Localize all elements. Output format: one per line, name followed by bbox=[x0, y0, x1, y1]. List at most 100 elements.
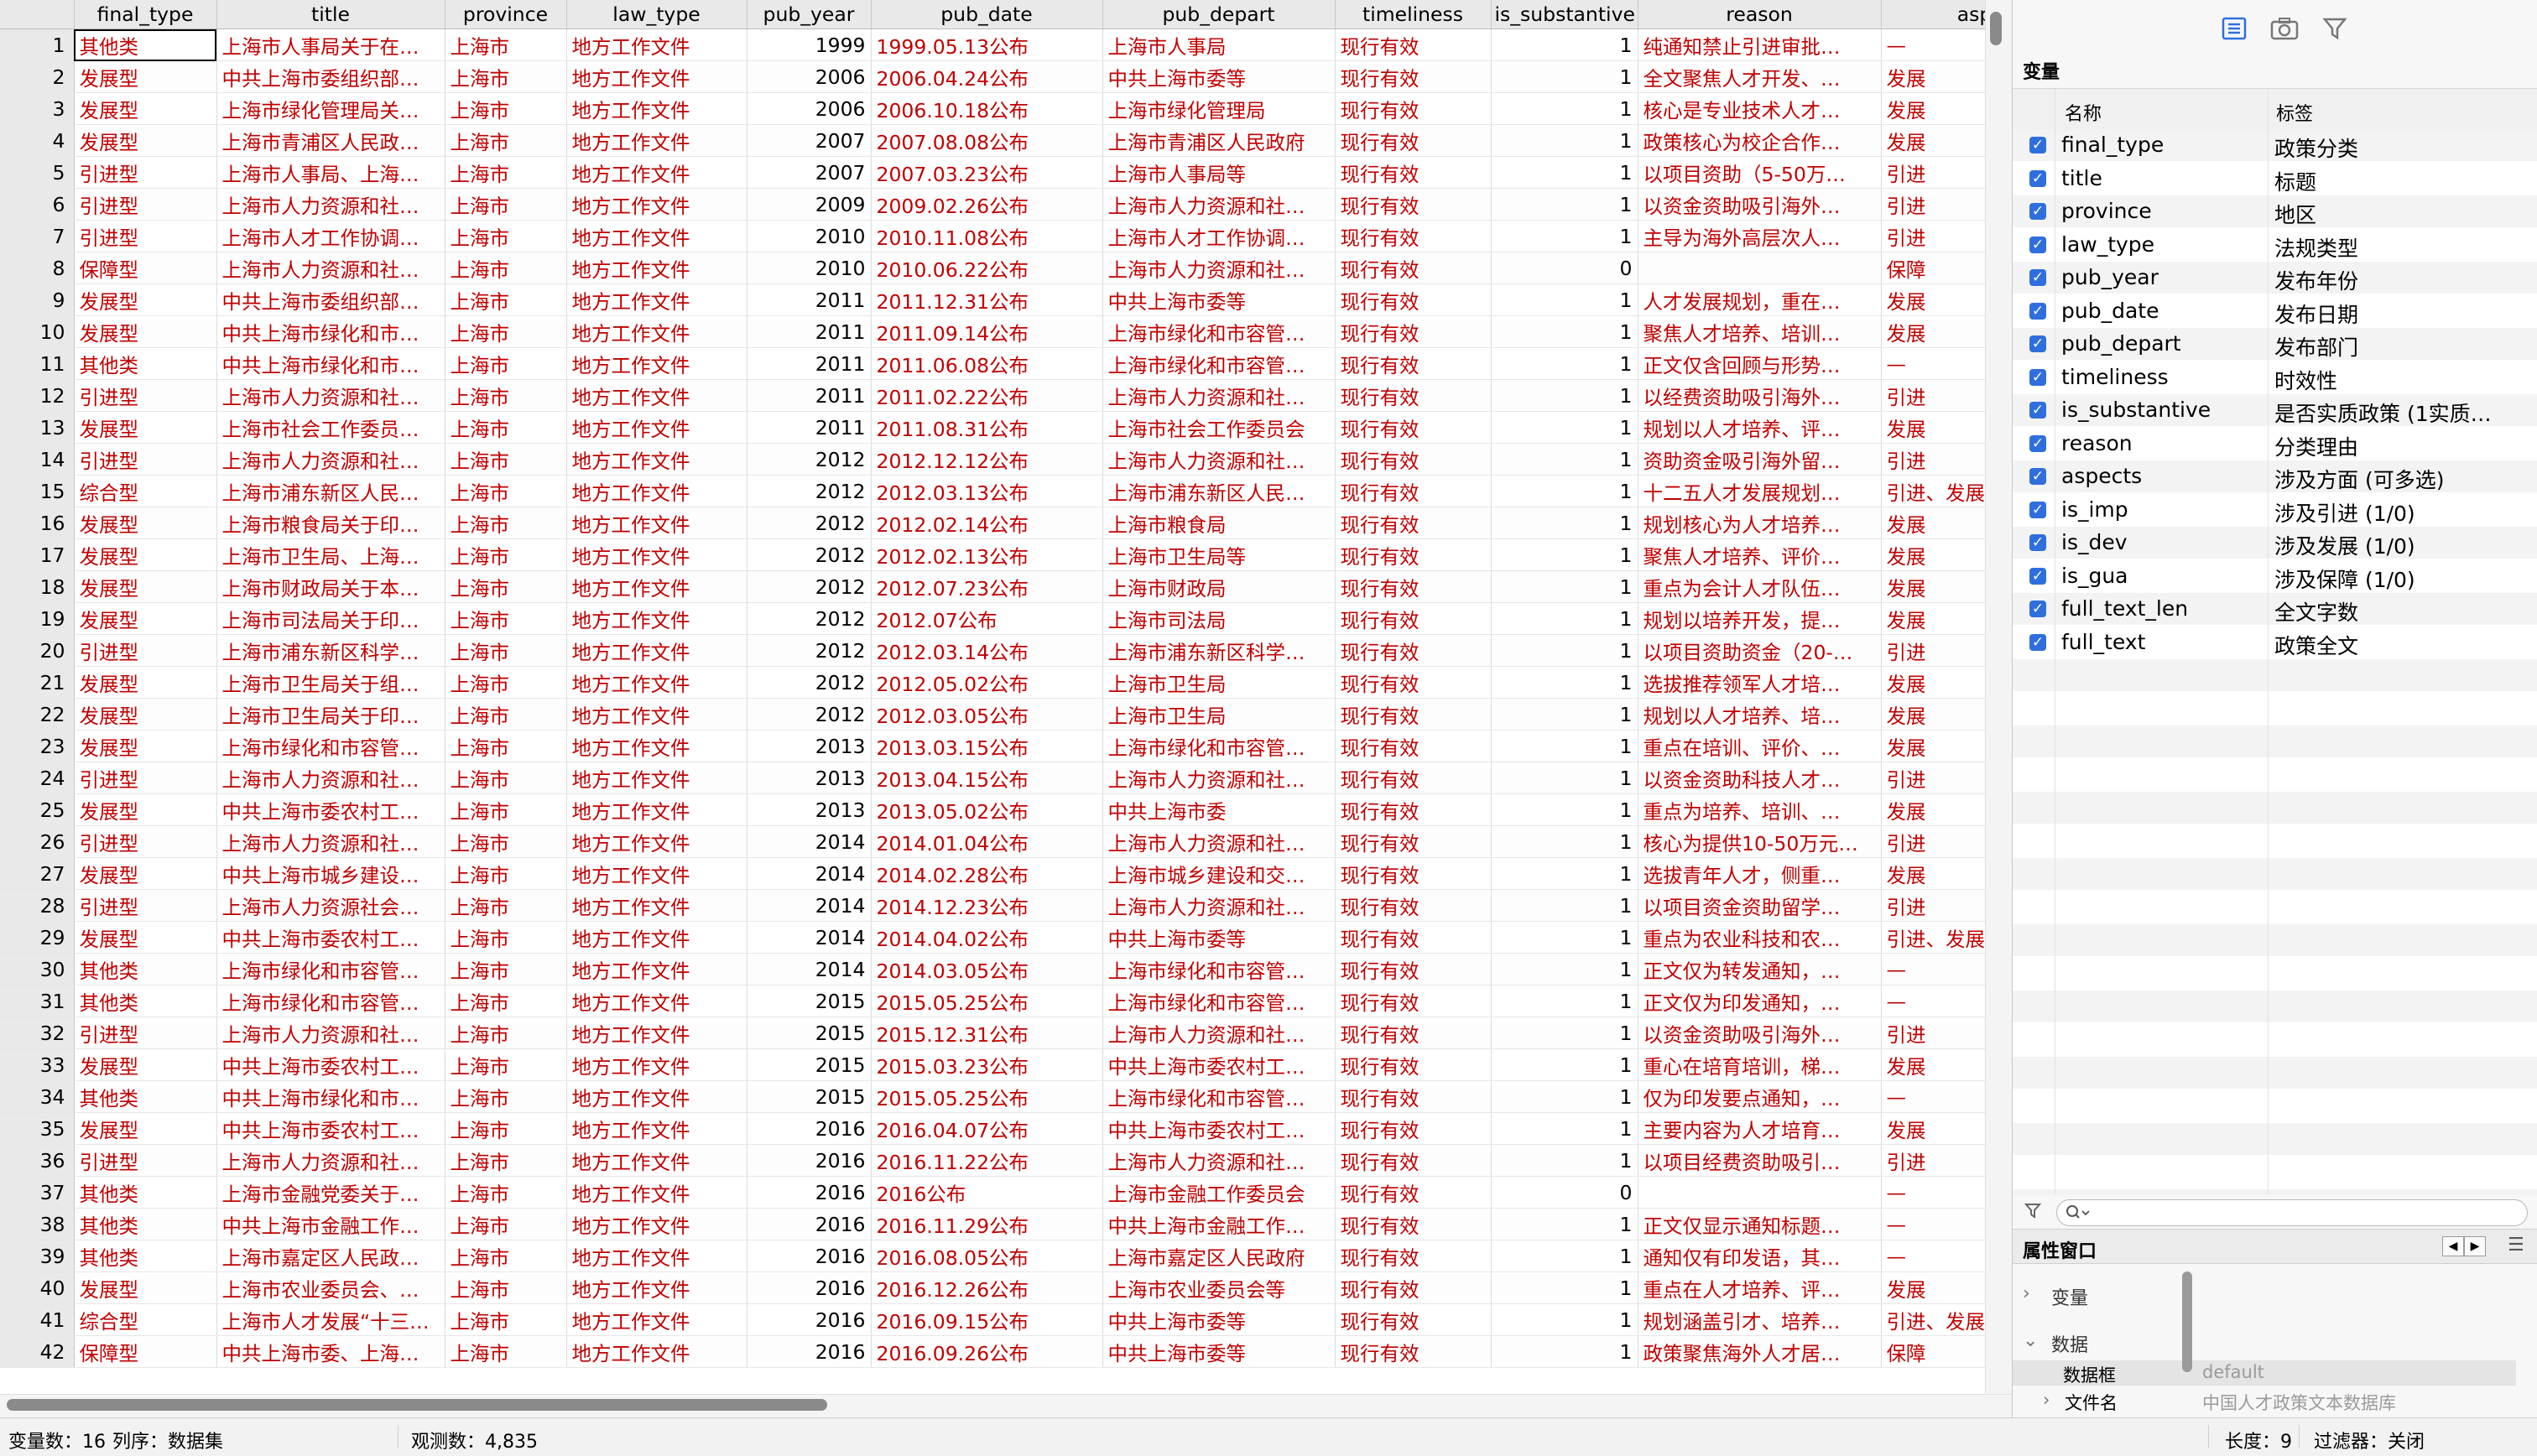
table-cell[interactable]: 现行有效 bbox=[1335, 29, 1492, 61]
table-cell[interactable]: 地方工作文件 bbox=[566, 347, 748, 380]
table-cell[interactable]: 1 bbox=[1491, 411, 1638, 444]
row-number[interactable]: 25 bbox=[0, 793, 75, 826]
table-cell[interactable]: 规划核心为人才培养… bbox=[1638, 507, 1882, 539]
table-cell[interactable]: 规划涵盖引才、培养… bbox=[1638, 1303, 1882, 1336]
table-cell[interactable]: 2012 bbox=[747, 698, 872, 731]
table-cell[interactable]: 引进型 bbox=[74, 825, 217, 858]
properties-section-variables[interactable]: › 变量 bbox=[2013, 1277, 2516, 1310]
next-arrow-icon[interactable]: ▶ bbox=[2464, 1236, 2486, 1256]
table-cell[interactable]: 1 bbox=[1491, 379, 1638, 412]
table-cell[interactable]: 地方工作文件 bbox=[566, 220, 748, 252]
table-cell[interactable]: 上海市 bbox=[445, 220, 567, 252]
column-header[interactable]: final_type bbox=[74, 0, 217, 29]
table-cell[interactable]: 现行有效 bbox=[1335, 507, 1492, 539]
column-header[interactable]: title bbox=[216, 0, 445, 29]
horizontal-scroll-thumb[interactable] bbox=[7, 1399, 827, 1411]
variable-checkbox[interactable]: ✓ bbox=[2029, 236, 2046, 253]
table-cell[interactable]: 上海市粮食局 bbox=[1102, 507, 1336, 539]
table-cell[interactable]: 上海市人力资源和社… bbox=[216, 762, 445, 794]
variable-checkbox[interactable]: ✓ bbox=[2029, 468, 2046, 485]
table-cell[interactable]: 1 bbox=[1491, 570, 1638, 603]
table-row[interactable]: 10 发展型 中共上海市绿化和市… 上海市 地方工作文件 2011 2011.09.14公布… bbox=[0, 315, 2012, 348]
table-cell[interactable]: 2012 bbox=[747, 507, 872, 539]
table-row[interactable]: 25 发展型 中共上海市委农村工… 上海市 地方工作文件 2013 2013.05.02公布… bbox=[0, 793, 2012, 826]
table-cell[interactable]: 2016.04.07公布 bbox=[871, 1112, 1103, 1145]
table-cell[interactable]: 保障型 bbox=[74, 1335, 217, 1368]
properties-section-data[interactable]: ⌄ 数据 bbox=[2013, 1323, 2516, 1357]
variable-row[interactable]: ✓ province 地区 bbox=[2013, 195, 2537, 227]
table-cell[interactable]: 2014.02.28公布 bbox=[871, 857, 1103, 890]
table-cell[interactable]: 上海市人力资源和社… bbox=[216, 1144, 445, 1177]
table-cell[interactable]: 资助资金吸引海外留… bbox=[1638, 443, 1882, 476]
table-cell[interactable]: 上海市卫生局、上海… bbox=[216, 538, 445, 571]
variable-checkbox[interactable]: ✓ bbox=[2029, 368, 2046, 386]
table-cell[interactable]: 现行有效 bbox=[1335, 315, 1492, 348]
table-cell[interactable]: 1999.05.13公布 bbox=[871, 29, 1103, 61]
table-row[interactable]: 8 保障型 上海市人力资源和社… 上海市 地方工作文件 2010 2010.06.22公布上… bbox=[0, 252, 2012, 284]
table-cell[interactable]: 地方工作文件 bbox=[566, 921, 748, 954]
table-cell[interactable]: 现行有效 bbox=[1335, 1208, 1492, 1240]
table-cell[interactable]: 1 bbox=[1491, 1048, 1638, 1081]
variable-checkbox[interactable]: ✓ bbox=[2029, 137, 2046, 153]
table-cell[interactable]: 现行有效 bbox=[1335, 1176, 1492, 1209]
name-column-header[interactable]: 名称 bbox=[2065, 99, 2102, 126]
table-cell[interactable]: 以项目资助（5-50万… bbox=[1638, 156, 1882, 189]
table-cell[interactable]: 上海市司法局 bbox=[1102, 602, 1336, 635]
table-cell[interactable]: 地方工作文件 bbox=[566, 1048, 748, 1081]
table-cell[interactable]: 上海市金融工作委员会 bbox=[1102, 1176, 1336, 1209]
table-cell[interactable]: 2016.12.26公布 bbox=[871, 1271, 1103, 1304]
row-number[interactable]: 33 bbox=[0, 1048, 75, 1081]
variable-row[interactable]: ✓ pub_date 发布日期 bbox=[2013, 295, 2537, 327]
row-number[interactable]: 27 bbox=[0, 857, 75, 890]
row-number[interactable]: 40 bbox=[0, 1271, 75, 1304]
table-cell[interactable]: 2012.12.12公布 bbox=[871, 443, 1103, 476]
table-cell[interactable]: 2011.09.14公布 bbox=[871, 315, 1103, 348]
row-number[interactable]: 12 bbox=[0, 379, 75, 412]
table-row[interactable]: 33 发展型 中共上海市委农村工… 上海市 地方工作文件 2015 2015.03.23公布… bbox=[0, 1048, 2012, 1081]
row-number[interactable]: 14 bbox=[0, 443, 75, 476]
table-cell[interactable]: 2016.11.29公布 bbox=[871, 1208, 1103, 1240]
table-row[interactable]: 1 其他类 上海市人事局关于在… 上海市 地方工作文件 1999 1999.05.13公布上… bbox=[0, 29, 2012, 61]
row-number[interactable]: 4 bbox=[0, 124, 75, 157]
table-cell[interactable]: 上海市人才工作协调… bbox=[216, 220, 445, 252]
table-cell[interactable]: 2010.11.08公布 bbox=[871, 220, 1103, 252]
table-cell[interactable]: 2011.08.31公布 bbox=[871, 411, 1103, 444]
table-cell[interactable]: 1 bbox=[1491, 1240, 1638, 1272]
table-cell[interactable]: 上海市财政局 bbox=[1102, 570, 1336, 603]
row-number[interactable]: 10 bbox=[0, 315, 75, 348]
table-cell[interactable]: 2016 bbox=[747, 1176, 872, 1209]
table-cell[interactable]: 上海市 bbox=[445, 762, 567, 794]
table-row[interactable]: 39 其他类 上海市嘉定区人民政… 上海市 地方工作文件 2016 2016.08.05公布… bbox=[0, 1240, 2012, 1272]
row-number[interactable]: 15 bbox=[0, 475, 75, 507]
row-number[interactable]: 11 bbox=[0, 347, 75, 380]
table-cell[interactable]: 地方工作文件 bbox=[566, 92, 748, 125]
row-number[interactable]: 9 bbox=[0, 283, 75, 316]
table-cell[interactable]: 主要内容为人才培育… bbox=[1638, 1112, 1882, 1145]
table-cell[interactable]: 上海市 bbox=[445, 1240, 567, 1272]
table-cell[interactable]: 现行有效 bbox=[1335, 60, 1492, 93]
table-cell[interactable]: 地方工作文件 bbox=[566, 188, 748, 221]
table-cell[interactable]: 地方工作文件 bbox=[566, 570, 748, 603]
table-cell[interactable]: 上海市绿化和市容管… bbox=[216, 985, 445, 1017]
table-cell[interactable]: 正文仅为印发通知，… bbox=[1638, 985, 1882, 1017]
table-cell[interactable]: 2015 bbox=[747, 1048, 872, 1081]
table-cell[interactable]: 上海市绿化和市容管… bbox=[1102, 315, 1336, 348]
table-cell[interactable]: 1 bbox=[1491, 124, 1638, 157]
table-cell[interactable]: 上海市 bbox=[445, 411, 567, 444]
table-cell[interactable]: 上海市 bbox=[445, 1048, 567, 1081]
table-cell[interactable]: 1 bbox=[1491, 283, 1638, 316]
row-number[interactable]: 2 bbox=[0, 60, 75, 93]
table-cell[interactable]: 地方工作文件 bbox=[566, 889, 748, 922]
table-cell[interactable]: 中共上海市金融工作… bbox=[216, 1208, 445, 1240]
table-cell[interactable]: 地方工作文件 bbox=[566, 283, 748, 316]
table-cell[interactable]: 上海市 bbox=[445, 315, 567, 348]
table-cell[interactable]: 现行有效 bbox=[1335, 188, 1492, 221]
table-cell[interactable]: 地方工作文件 bbox=[566, 538, 748, 571]
table-cell[interactable]: 2013.05.02公布 bbox=[871, 793, 1103, 826]
table-cell[interactable]: 地方工作文件 bbox=[566, 1240, 748, 1272]
table-cell[interactable]: 以资金资助吸引海外… bbox=[1638, 1017, 1882, 1049]
table-cell[interactable]: 2012.07.23公布 bbox=[871, 570, 1103, 603]
table-cell[interactable]: 2010 bbox=[747, 252, 872, 284]
table-cell[interactable]: 上海市 bbox=[445, 283, 567, 316]
table-cell[interactable]: 1 bbox=[1491, 1271, 1638, 1304]
